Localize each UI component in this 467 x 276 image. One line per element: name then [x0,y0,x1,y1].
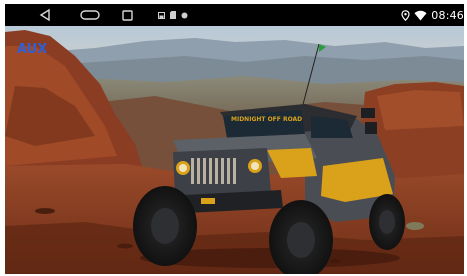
wallpaper-image: MIDNIGHT OFF ROAD [5,26,464,274]
clock: 08:46 [431,8,464,22]
head-unit-screen: 08:46 MIDNIGHT OFF ROAD AUX [5,4,464,274]
recent-apps-button[interactable] [117,6,137,24]
back-button[interactable] [35,6,55,24]
notification-icons [158,10,188,20]
recent-apps-square-icon [121,9,133,21]
status-bar: 08:46 [5,4,464,26]
home-button[interactable] [77,6,103,24]
location-icon [401,9,410,21]
wifi-icon [414,10,427,20]
sd-card-icon [170,11,176,19]
windshield-banner: MIDNIGHT OFF ROAD [231,116,302,123]
back-triangle-icon [39,9,50,21]
audio-source-label-aux[interactable]: AUX [17,42,47,57]
system-tray: 08:46 [401,7,464,23]
settings-dot-icon [181,12,188,18]
gallery-icon [158,11,165,19]
home-pill-icon [80,10,100,20]
